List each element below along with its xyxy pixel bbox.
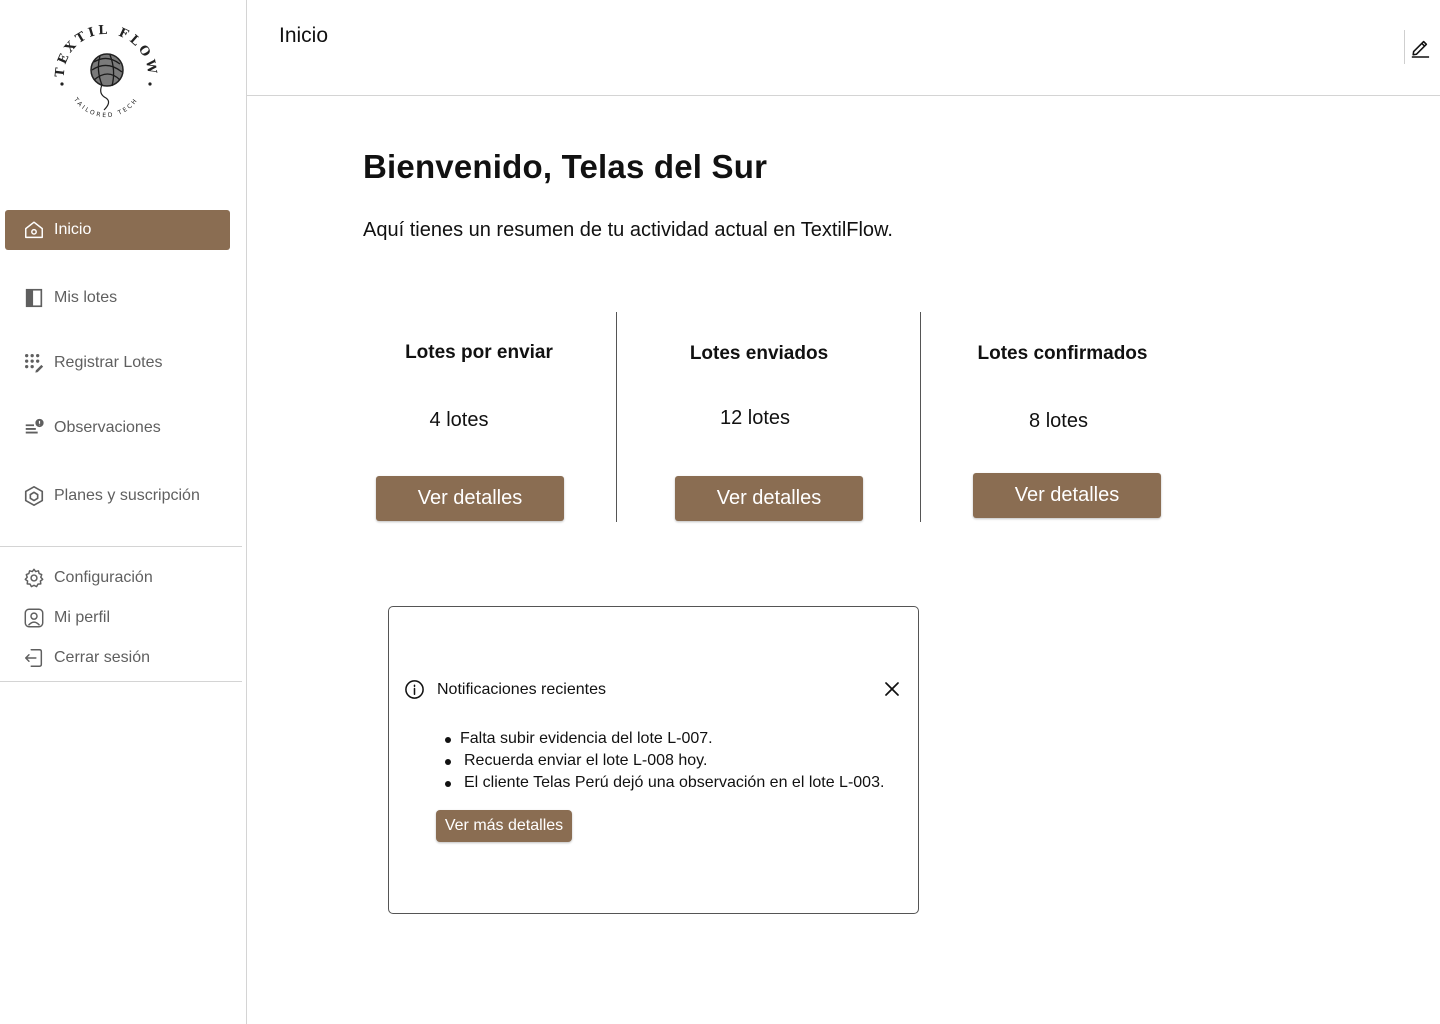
sidebar-item-mis-lotes[interactable]: Mis lotes bbox=[5, 278, 230, 318]
info-icon bbox=[404, 679, 425, 700]
top-header: Inicio bbox=[247, 0, 1440, 96]
stat-title: Lotes confirmados bbox=[977, 343, 1148, 364]
sidebar-item-label: Observaciones bbox=[54, 419, 161, 436]
ver-detalles-button[interactable]: Ver detalles bbox=[675, 476, 863, 521]
welcome-subtitle: Aquí tienes un resumen de tu actividad a… bbox=[363, 219, 893, 241]
logout-icon bbox=[23, 647, 45, 669]
sidebar-item-label: Planes y suscripción bbox=[54, 487, 200, 504]
edit-button[interactable] bbox=[1404, 30, 1434, 64]
stat-card-por-enviar: Lotes por enviar 4 lotes Ver detalles bbox=[363, 312, 615, 522]
sidebar-item-planes[interactable]: Planes y suscripción bbox=[5, 476, 230, 516]
panel-icon bbox=[23, 287, 45, 309]
sidebar-item-label: Inicio bbox=[54, 221, 92, 238]
sidebar-item-label: Mis lotes bbox=[54, 289, 118, 306]
app-root: TEXTIL FLOW TAILORED TECH Inicio Mis lot… bbox=[0, 0, 1440, 1024]
list-alert-icon bbox=[23, 417, 45, 439]
notifications-title: Notificaciones recientes bbox=[437, 680, 606, 698]
home-icon bbox=[23, 219, 45, 241]
package-icon bbox=[23, 485, 45, 507]
sidebar-item-observaciones[interactable]: Observaciones bbox=[5, 408, 230, 448]
ver-mas-detalles-button[interactable]: Ver más detalles bbox=[436, 810, 572, 842]
sidebar-item-inicio[interactable]: Inicio bbox=[5, 210, 230, 250]
stat-card-confirmados: Lotes confirmados 8 lotes Ver detalles bbox=[920, 312, 1210, 522]
page-title: Inicio bbox=[279, 24, 329, 47]
stat-value: 12 lotes bbox=[719, 407, 791, 429]
yarn-ball-icon: TEXTIL FLOW TAILORED TECH bbox=[52, 22, 158, 119]
sidebar-divider bbox=[0, 546, 242, 547]
sidebar-item-configuracion[interactable]: Configuración bbox=[5, 558, 230, 598]
user-square-icon bbox=[23, 607, 45, 629]
sidebar-item-label: Mi perfil bbox=[54, 609, 111, 626]
sidebar-divider bbox=[0, 681, 242, 682]
list-item: Falta subir evidencia del lote L-007. bbox=[445, 728, 884, 750]
gear-icon bbox=[23, 567, 45, 589]
welcome-title: Bienvenido, Telas del Sur bbox=[363, 148, 768, 185]
sidebar-item-mi-perfil[interactable]: Mi perfil bbox=[5, 598, 230, 638]
list-item: Recuerda enviar el lote L-008 hoy. bbox=[445, 750, 884, 772]
grid-dots-icon bbox=[23, 352, 45, 374]
close-icon[interactable] bbox=[883, 680, 901, 698]
stat-value: 4 lotes bbox=[429, 409, 489, 431]
notifications-list: Falta subir evidencia del lote L-007. Re… bbox=[445, 728, 884, 794]
brand-logo[interactable]: TEXTIL FLOW TAILORED TECH bbox=[50, 20, 162, 132]
stat-value: 8 lotes bbox=[1029, 410, 1088, 432]
stat-card-enviados: Lotes enviados 12 lotes Ver detalles bbox=[616, 312, 919, 522]
ver-detalles-button[interactable]: Ver detalles bbox=[376, 476, 564, 521]
sidebar-item-label: Cerrar sesión bbox=[54, 649, 151, 666]
sidebar: TEXTIL FLOW TAILORED TECH Inicio Mis lot… bbox=[0, 0, 247, 1024]
sidebar-item-cerrar-sesion[interactable]: Cerrar sesión bbox=[5, 638, 230, 678]
list-item: El cliente Telas Perú dejó una observaci… bbox=[445, 772, 884, 794]
notifications-panel: Notificaciones recientes Falta subir evi… bbox=[388, 606, 919, 914]
stat-title: Lotes por enviar bbox=[405, 342, 553, 363]
ver-detalles-button[interactable]: Ver detalles bbox=[973, 473, 1161, 518]
sidebar-item-label: Configuración bbox=[54, 569, 153, 586]
stat-title: Lotes enviados bbox=[689, 343, 829, 364]
sidebar-item-label: Registrar Lotes bbox=[54, 354, 163, 371]
notifications-header: Notificaciones recientes bbox=[404, 679, 606, 700]
sidebar-item-registrar-lotes[interactable]: Registrar Lotes bbox=[5, 343, 230, 383]
pencil-icon bbox=[1411, 40, 1429, 58]
